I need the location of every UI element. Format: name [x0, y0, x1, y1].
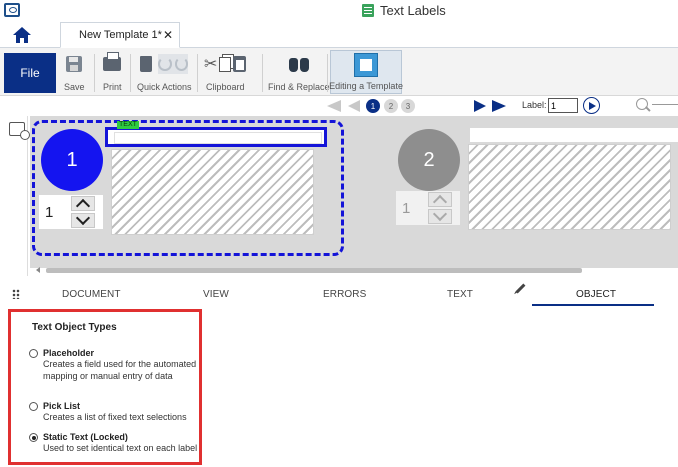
option-description: Creates a field used for the automated m… — [43, 359, 197, 381]
tab-errors[interactable]: ERRORS — [323, 289, 366, 300]
zoom-out-icon[interactable] — [636, 98, 648, 110]
window-title: Text Labels — [380, 3, 446, 18]
cut-icon[interactable]: ✂ — [204, 54, 217, 74]
pick-list-radio[interactable] — [29, 402, 38, 411]
ribbon-divider — [327, 54, 328, 92]
go-to-label-icon[interactable] — [583, 97, 600, 114]
pencil-icon — [515, 283, 526, 294]
quantity-stepper: 1 — [396, 191, 460, 225]
undo-redo-group — [158, 54, 189, 74]
text-object-selected[interactable] — [105, 127, 327, 147]
last-page-icon[interactable] — [492, 100, 506, 112]
label-caption: Label: — [522, 100, 547, 110]
scroll-left-icon[interactable] — [36, 267, 40, 273]
text-object[interactable] — [470, 128, 678, 142]
next-page-icon[interactable] — [474, 100, 486, 112]
clipboard-label: Clipboard — [205, 82, 245, 92]
option-name: Static Text (Locked) — [43, 432, 128, 442]
title-bar: Text Labels — [0, 0, 678, 22]
properties-tab-bar: DOCUMENT VIEW ERRORS TEXT OBJECT — [0, 283, 678, 306]
paste-icon[interactable] — [233, 56, 247, 72]
first-page-icon[interactable] — [327, 100, 341, 112]
app-menu-icon[interactable] — [4, 3, 20, 17]
file-button[interactable]: File — [4, 53, 56, 93]
tab-text[interactable]: TEXT — [447, 289, 473, 300]
text-object-tag: TEXT — [117, 121, 139, 129]
option-description: Used to set identical text on each label — [43, 443, 198, 453]
clipboard-group: ✂ Clipboard — [204, 52, 247, 92]
static-text-radio[interactable] — [29, 433, 38, 442]
left-tool-gutter — [4, 116, 30, 276]
tab-view[interactable]: VIEW — [203, 289, 229, 300]
scrollbar-thumb[interactable] — [46, 268, 582, 273]
text-object-types-panel: Text Object Types Placeholder Creates a … — [8, 309, 202, 465]
tab-label: New Template 1* — [79, 29, 162, 41]
tab-object[interactable]: OBJECT — [576, 289, 616, 300]
window-title-group: Text Labels — [362, 3, 446, 18]
chevron-down-icon — [432, 206, 448, 222]
option-name: Placeholder — [43, 348, 95, 358]
label-card-2[interactable]: 2 1 — [390, 120, 678, 256]
panel-title: Text Object Types — [32, 322, 117, 333]
tab-new-template[interactable]: New Template 1* ✕ — [60, 22, 180, 48]
label-number-input[interactable] — [548, 98, 578, 113]
close-tab-icon[interactable]: ✕ — [163, 28, 173, 42]
redo-icon[interactable] — [174, 57, 189, 71]
tab-document[interactable]: DOCUMENT — [62, 289, 121, 300]
copy-icon[interactable] — [219, 56, 232, 72]
previous-page-icon[interactable] — [348, 100, 360, 112]
page-dot-1[interactable]: 1 — [366, 99, 380, 113]
ribbon-toolbar: File Save Print Quick Actions ✂ Clipboar… — [0, 48, 678, 96]
editing-template-button[interactable]: Editing a Template — [329, 50, 403, 94]
calendar-clock-icon[interactable] — [9, 122, 30, 140]
edit-template-icon — [354, 53, 378, 77]
quantity-value: 1 — [402, 199, 411, 217]
label-content-area[interactable] — [111, 149, 314, 235]
label-number-badge: 1 — [41, 129, 103, 191]
binoculars-icon — [288, 55, 310, 73]
option-name: Pick List — [43, 401, 81, 411]
save-label: Save — [64, 82, 85, 92]
undo-icon[interactable] — [158, 57, 172, 71]
active-tab-indicator — [532, 304, 654, 306]
quantity-stepper[interactable]: 1 — [39, 195, 103, 229]
ribbon-divider — [130, 54, 131, 92]
quantity-value: 1 — [45, 203, 54, 221]
quick-actions-group: Quick Actions — [137, 52, 192, 92]
ribbon-divider — [197, 54, 198, 92]
find-replace-label: Find & Replace — [268, 82, 330, 92]
increment-button — [428, 192, 452, 210]
save-icon — [66, 56, 83, 72]
find-replace-button[interactable]: Find & Replace — [268, 52, 330, 92]
printer-icon — [103, 52, 122, 71]
chevron-down-icon — [75, 210, 91, 226]
decrement-button[interactable] — [71, 210, 95, 228]
label-content-area[interactable] — [468, 144, 671, 230]
print-label: Print — [103, 82, 122, 92]
document-tab-row: New Template 1* ✕ — [0, 22, 678, 48]
decrement-button — [428, 206, 452, 224]
page-dot-3[interactable]: 3 — [401, 99, 415, 113]
page-dot-2[interactable]: 2 — [384, 99, 398, 113]
zoom-slider[interactable] — [652, 104, 678, 105]
horizontal-scrollbar[interactable] — [34, 267, 678, 276]
save-button[interactable]: Save — [64, 52, 85, 92]
quick-actions-label: Quick Actions — [137, 82, 192, 92]
ribbon-divider — [94, 54, 95, 92]
option-description: Creates a list of fixed text selections — [43, 412, 187, 422]
home-button[interactable] — [12, 25, 32, 45]
drag-handle-icon[interactable] — [12, 289, 20, 299]
editing-template-label: Editing a Template — [329, 81, 403, 91]
label-canvas: 1 TEXT 1 2 1 — [0, 116, 678, 278]
increment-button[interactable] — [71, 196, 95, 214]
placeholder-radio[interactable] — [29, 349, 38, 358]
label-card-1[interactable]: 1 TEXT 1 — [32, 120, 344, 256]
text-labels-icon — [362, 4, 374, 17]
delete-icon[interactable] — [140, 56, 153, 72]
ribbon-divider — [262, 54, 263, 92]
print-button[interactable]: Print — [103, 52, 122, 92]
label-number-badge: 2 — [398, 129, 460, 191]
label-navigation-bar: 1 2 3 Label: — [0, 96, 678, 116]
home-icon — [13, 27, 31, 43]
